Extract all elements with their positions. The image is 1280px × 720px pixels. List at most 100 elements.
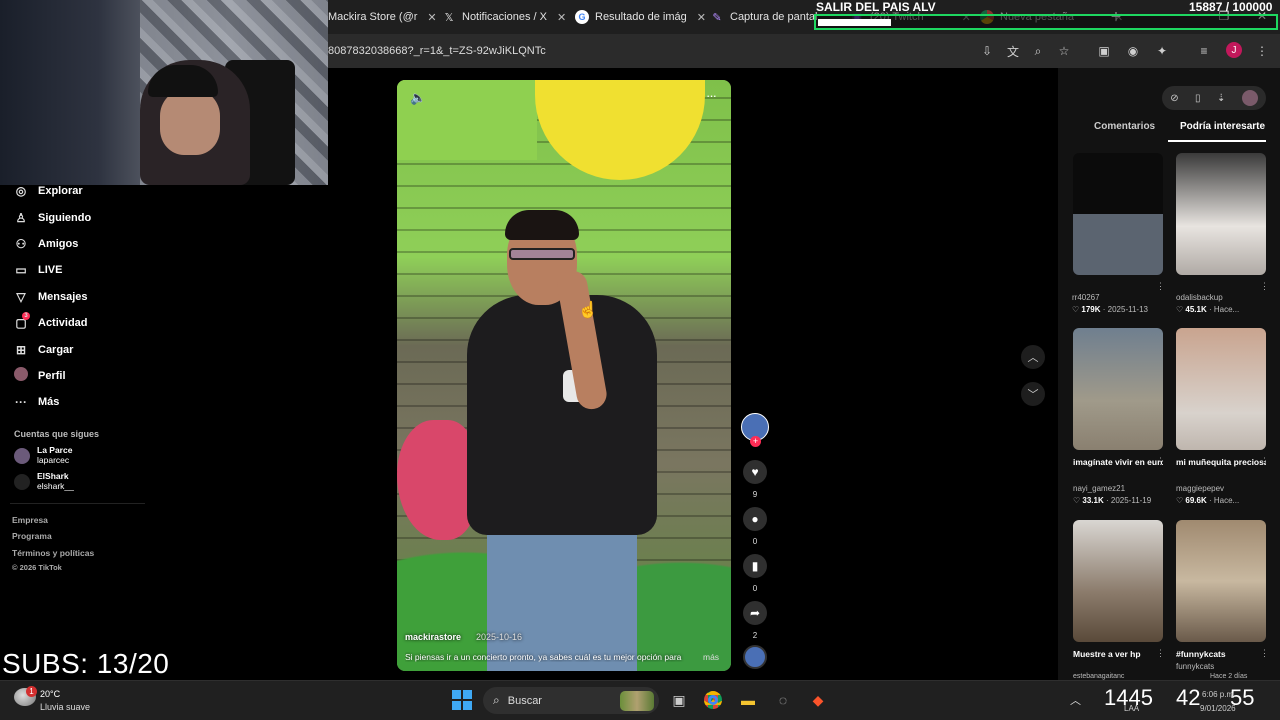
- tab-mackira-store[interactable]: Mackira Store (@r ✕: [328, 6, 437, 28]
- more-options-icon[interactable]: ⋮: [1156, 648, 1165, 659]
- more-options-icon[interactable]: ⋮: [1260, 648, 1269, 659]
- more-options-icon[interactable]: ···: [706, 88, 717, 103]
- follow-plus-icon[interactable]: +: [750, 436, 761, 447]
- task-view-icon[interactable]: ▣: [669, 690, 689, 710]
- share-action[interactable]: ➦ 2: [743, 601, 767, 640]
- comment-action[interactable]: ● 0: [743, 507, 767, 546]
- zoom-icon[interactable]: ⌕: [1030, 43, 1046, 59]
- video-thumbnail[interactable]: [1176, 328, 1266, 450]
- search-highlight-image[interactable]: [620, 691, 654, 711]
- card-title[interactable]: #funnykcats: [1176, 648, 1266, 661]
- card-user[interactable]: maggiepepev: [1176, 484, 1224, 493]
- avatar[interactable]: [1241, 90, 1258, 106]
- save-action[interactable]: ▮ 0: [743, 554, 767, 593]
- video-thumbnail[interactable]: [1073, 153, 1163, 275]
- video-thumbnail[interactable]: [1073, 520, 1163, 642]
- footer-link-programa[interactable]: Programa: [12, 531, 52, 541]
- profile-avatar[interactable]: J: [1226, 42, 1242, 58]
- sidebar-item-mas[interactable]: ··· Más: [12, 389, 142, 415]
- goal-progress-bar: [814, 14, 1278, 30]
- heart-icon[interactable]: ♥: [743, 460, 767, 484]
- phone-icon[interactable]: ▯: [1195, 93, 1201, 104]
- download-icon[interactable]: ⇣: [1217, 93, 1225, 104]
- footer-link-terminos[interactable]: Términos y políticas: [12, 548, 94, 558]
- sidebar-item-amigos[interactable]: ⚇ Amigos: [12, 231, 142, 257]
- more-options-icon[interactable]: ⋮: [1260, 456, 1269, 467]
- following-item-elshark[interactable]: ElShark elshark__: [14, 471, 134, 492]
- footer-link-empresa[interactable]: Empresa: [12, 515, 48, 525]
- sidebar-item-live[interactable]: ▭ LIVE: [12, 257, 142, 283]
- url-text[interactable]: 8087832038668?_r=1&_t=ZS-92wJiKLQNTc: [328, 45, 546, 57]
- sidebar-item-mensajes[interactable]: ▽ Mensajes: [12, 284, 142, 310]
- bookmark-icon[interactable]: ▮: [743, 554, 767, 578]
- video-thumbnail[interactable]: [1176, 520, 1266, 642]
- close-tab-icon[interactable]: ✕: [557, 11, 566, 24]
- tab-captura[interactable]: ✎ Captura de pantal: [710, 6, 817, 28]
- kebab-menu-icon[interactable]: ⋮: [1254, 43, 1270, 59]
- like-action[interactable]: ♥ 9: [743, 460, 767, 499]
- share-icon[interactable]: ➦: [743, 601, 767, 625]
- sidebar-item-actividad[interactable]: ▢ 3 Actividad: [12, 310, 142, 336]
- weather-description[interactable]: Lluvia suave: [40, 702, 90, 712]
- screenshot-icon[interactable]: ▣: [1096, 43, 1112, 59]
- windows-start-icon[interactable]: [452, 690, 472, 710]
- tab-resultado-imagenes[interactable]: G Resultado de imág ✕: [575, 6, 706, 28]
- more-options-icon[interactable]: ⋮: [1260, 281, 1269, 292]
- card-user[interactable]: estebanagaitanc: [1073, 673, 1124, 680]
- sidebar-item-cargar[interactable]: ⊞ Cargar: [12, 336, 142, 362]
- puzzle-icon[interactable]: ✦: [1154, 43, 1170, 59]
- file-explorer-icon[interactable]: ▬: [738, 690, 758, 710]
- tray-chevron-icon[interactable]: ︿: [1070, 692, 1081, 708]
- card-user[interactable]: odalisbackup: [1176, 293, 1223, 302]
- close-tab-icon[interactable]: ✕: [427, 11, 436, 24]
- volume-icon[interactable]: 🔈: [410, 90, 426, 106]
- following-handle: elshark__: [37, 480, 74, 491]
- more-options-icon[interactable]: ⋮: [1156, 281, 1165, 292]
- comment-icon[interactable]: ●: [743, 507, 767, 531]
- next-video-button[interactable]: ﹀: [1021, 382, 1045, 406]
- card-likes: 45.1K: [1185, 305, 1207, 314]
- card-title[interactable]: imagínate vivir en europa y perdert...: [1073, 456, 1163, 469]
- card-user[interactable]: nayi_gamez21: [1073, 484, 1125, 493]
- card-user[interactable]: rr40267: [1072, 293, 1100, 302]
- tab-notificaciones[interactable]: 𝕏 Notificaciones / X ✕: [442, 6, 567, 28]
- compass-icon[interactable]: ⊘: [1170, 93, 1178, 104]
- media-icon[interactable]: ≡: [1196, 43, 1212, 59]
- bookmark-star-icon[interactable]: ☆: [1056, 43, 1072, 59]
- caption-more-link[interactable]: más: [703, 652, 719, 662]
- system-time[interactable]: 6:06 p.m.: [1202, 690, 1235, 699]
- send-icon: ▽: [16, 289, 26, 304]
- video-player[interactable]: [397, 80, 731, 671]
- video-thumbnail[interactable]: [1176, 153, 1266, 275]
- extension-icon[interactable]: ◉: [1125, 43, 1141, 59]
- card-likes: 33.1K: [1082, 496, 1104, 505]
- card-title[interactable]: mi muñequita preciosaaaa 🥹 ...: [1176, 456, 1266, 469]
- tab-label: Resultado de imág: [595, 11, 687, 23]
- following-item-laparce[interactable]: La Parce laparcec: [14, 445, 134, 466]
- app-icon[interactable]: ◌: [773, 690, 793, 710]
- following-handle: laparcec: [37, 454, 70, 465]
- video-author[interactable]: mackirastore: [405, 632, 461, 642]
- sidebar-item-siguiendo[interactable]: ♙ Siguiendo: [12, 204, 142, 230]
- card-title[interactable]: Muestre a ver hp: [1073, 648, 1163, 661]
- previous-video-button[interactable]: ︿: [1021, 345, 1045, 369]
- close-tab-icon[interactable]: ✕: [697, 11, 706, 24]
- subs-counter: SUBS: 13/20: [2, 648, 170, 679]
- tab-comentarios[interactable]: Comentarios: [1094, 121, 1155, 132]
- temperature[interactable]: 20°C: [40, 689, 60, 699]
- translate-icon[interactable]: 文: [1005, 43, 1021, 59]
- card-date: Hace...: [1213, 305, 1240, 314]
- chrome-icon[interactable]: [703, 690, 723, 710]
- brave-browser-icon[interactable]: ◆: [808, 690, 828, 710]
- streamer-face: [160, 90, 220, 155]
- music-disc-avatar[interactable]: [743, 645, 767, 669]
- person-shirt: [467, 295, 657, 535]
- card-user[interactable]: funnykcats: [1176, 662, 1214, 671]
- video-thumbnail[interactable]: [1073, 328, 1163, 450]
- install-icon[interactable]: ⇩: [979, 43, 995, 59]
- tab-podria-interesarte[interactable]: Podría interesarte: [1180, 121, 1265, 132]
- keyboard-language[interactable]: LAA: [1124, 704, 1139, 713]
- more-options-icon[interactable]: ⋮: [1156, 456, 1165, 467]
- system-date[interactable]: 9/01/2026: [1200, 704, 1236, 713]
- sidebar-item-perfil[interactable]: Perfil: [12, 363, 142, 389]
